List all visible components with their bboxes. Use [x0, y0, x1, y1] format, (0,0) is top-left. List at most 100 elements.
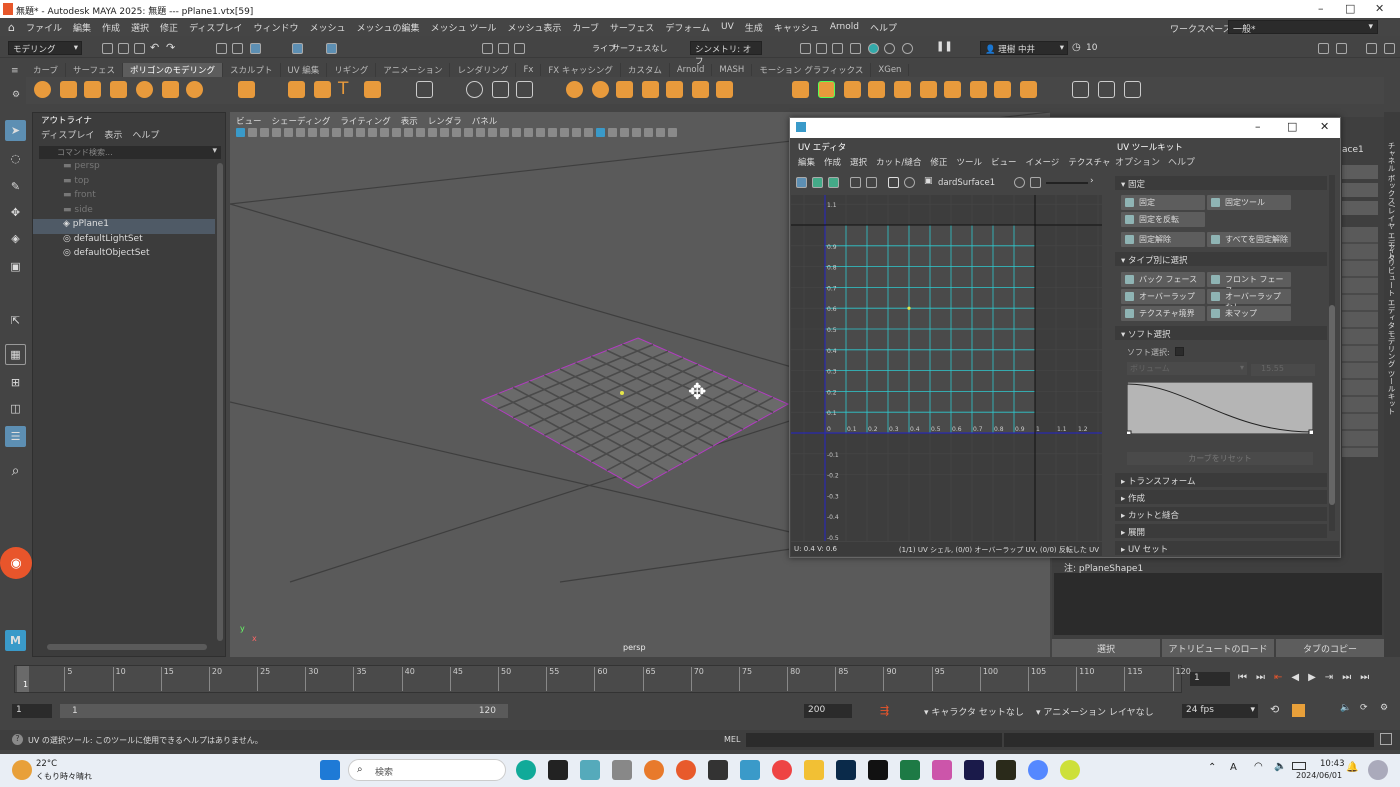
field-chart-icon[interactable]	[332, 128, 341, 137]
poly-plane-icon[interactable]	[162, 81, 179, 98]
end-time-field[interactable]: 200	[804, 704, 852, 718]
uv-toolbar-expand-icon[interactable]: ›	[1090, 176, 1094, 186]
uv-gamma-icon[interactable]	[1030, 177, 1041, 188]
workspace-dropdown[interactable]: 一般* ▾	[1228, 20, 1378, 35]
tab-uv-editing[interactable]: UV 編集	[281, 63, 328, 77]
vertex-mode-icon[interactable]	[292, 43, 303, 54]
multi-cut-icon[interactable]	[920, 81, 937, 98]
menu-mesh-display[interactable]: メッシュ表示	[507, 21, 561, 34]
paint-select-icon[interactable]	[1124, 81, 1141, 98]
backface-culling-icon[interactable]	[608, 128, 617, 137]
search-input[interactable]: コマンド検索...	[57, 147, 113, 158]
textured-icon[interactable]	[416, 128, 425, 137]
uv-menu-view[interactable]: ビュー	[991, 156, 1017, 168]
flask-icon[interactable]	[1028, 760, 1048, 780]
select-tool-icon[interactable]: ➤	[5, 120, 26, 141]
uv-maximize-icon[interactable]: □	[1287, 120, 1297, 133]
sticky-notes-icon[interactable]	[548, 760, 568, 780]
screen-space-icon[interactable]	[644, 128, 653, 137]
redo-icon[interactable]: ↷	[166, 41, 175, 54]
toolkit-menu-help[interactable]: ヘルプ	[1168, 155, 1195, 168]
go-to-end-icon[interactable]: ⏭	[1360, 672, 1369, 683]
app-icon[interactable]	[612, 760, 632, 780]
side-tab-attribute-editor[interactable]: アトリビュート エディタ	[1386, 244, 1397, 329]
falloff-radius-field[interactable]: 15.55	[1251, 364, 1315, 376]
range-bar[interactable]: 1 120	[60, 704, 508, 718]
move-tool-icon[interactable]: ✥	[5, 202, 26, 223]
tab-motion-graphics[interactable]: モーション グラフィックス	[752, 63, 872, 77]
select-camera-icon[interactable]	[584, 128, 593, 137]
tab-animation[interactable]: アニメーション	[376, 63, 451, 77]
record-button[interactable]: ◉	[0, 547, 32, 579]
timeline-ruler[interactable]: 1 5 10 15 20 25 30 35 40 45 50 55 60 65 70 75 80 85 90 95 1…	[14, 665, 1191, 693]
film-gate-icon[interactable]	[296, 128, 305, 137]
list-item[interactable]: ▬ persp	[33, 161, 215, 176]
weather-icon[interactable]	[12, 760, 32, 780]
select-button[interactable]: 選択	[1052, 639, 1160, 657]
menu-windows[interactable]: ウィンドウ	[253, 21, 298, 34]
text-icon[interactable]: T	[338, 81, 355, 98]
scale-tool-icon[interactable]: ▣	[5, 256, 26, 277]
panel-layout-icon[interactable]	[1336, 43, 1347, 54]
select-component-icon[interactable]	[250, 43, 261, 54]
uv-canvas[interactable]: 0.1 0.2 0.3 0.4 0.5 0.6 0.7 0.8 0.9 1 1.1 1.2 0.9 0.8…	[791, 195, 1102, 541]
pin-button[interactable]: 固定	[1121, 195, 1205, 210]
notification-bell-icon[interactable]: 🔔	[1346, 762, 1358, 773]
rotate-tool-icon[interactable]: ◈	[5, 228, 26, 249]
menu-mesh[interactable]: メッシュ	[309, 21, 345, 34]
tray-chevron-icon[interactable]: ⌃	[1208, 762, 1216, 773]
tab-surfaces[interactable]: サーフェス	[66, 63, 123, 77]
menu-arnold[interactable]: Arnold	[830, 22, 859, 32]
vertical-scrollbar[interactable]	[217, 163, 223, 641]
menu-edit[interactable]: 編集	[73, 21, 91, 34]
arnold-render-icon[interactable]	[902, 43, 913, 54]
single-view-icon[interactable]: ▦	[5, 344, 26, 365]
profile-icon[interactable]	[1368, 760, 1388, 780]
uv-editor-shelf-icon[interactable]	[1098, 81, 1115, 98]
partial-tab[interactable]: ace1	[1342, 145, 1364, 155]
vp-menu-shading[interactable]: シェーディング	[272, 115, 331, 127]
tab-fx[interactable]: Fx	[516, 64, 542, 76]
windows-start-icon[interactable]	[320, 760, 340, 780]
uv-menu-edit[interactable]: 編集	[798, 156, 815, 168]
v-app-icon[interactable]	[1060, 760, 1080, 780]
symmetry-dropdown[interactable]: シンメトリ: オフ	[690, 41, 762, 67]
anti-aliasing-icon[interactable]	[500, 128, 509, 137]
uv-texture-borders-icon[interactable]	[850, 177, 861, 188]
insert-edge-loop-icon[interactable]	[970, 81, 987, 98]
grid-toggle-icon[interactable]	[284, 128, 293, 137]
notification-count[interactable]: 10	[1086, 43, 1097, 53]
overlap-button[interactable]: オーバーラップ	[1121, 289, 1205, 304]
circularize-icon[interactable]	[1020, 81, 1037, 98]
safe-title-icon[interactable]	[356, 128, 365, 137]
clock-time[interactable]: 10:43	[1320, 759, 1345, 769]
chrome-icon[interactable]	[772, 760, 792, 780]
uv-menu-modify[interactable]: 修正	[930, 156, 947, 168]
list-item[interactable]: ◎ defaultLightSet	[33, 234, 215, 249]
anim-layer-dropdown[interactable]: ▾ アニメーション レイヤなし	[1036, 705, 1154, 718]
render-settings-icon[interactable]	[850, 43, 861, 54]
menu-select[interactable]: 選択	[131, 21, 149, 34]
outliner-layout-icon[interactable]: ☰	[5, 426, 26, 447]
taskbar-search[interactable]: ⌕ 検索	[348, 759, 506, 781]
maximize-icon[interactable]: □	[1345, 2, 1355, 15]
paint-select-tool-icon[interactable]: ✎	[5, 176, 26, 197]
lights-icon[interactable]	[428, 128, 437, 137]
wireframe-icon[interactable]	[368, 128, 377, 137]
shadows-icon[interactable]	[440, 128, 449, 137]
pause-icon[interactable]: ❚❚	[936, 41, 953, 52]
select-by-type-header[interactable]: ▾ タイプ別に選択	[1115, 252, 1327, 266]
uv-menu-cut-sew[interactable]: カット/縫合	[876, 156, 921, 168]
outliner-menu-display[interactable]: ディスプレイ	[41, 128, 94, 141]
load-attributes-button[interactable]: アトリビュートのロード	[1162, 639, 1274, 657]
hypershade-icon[interactable]	[868, 43, 879, 54]
pin-tool-button[interactable]: 固定ツール	[1207, 195, 1291, 210]
mel-label[interactable]: MEL	[724, 735, 740, 744]
grid-snap-shelf-icon[interactable]	[416, 81, 433, 98]
toolkit-menu-options[interactable]: オプション	[1115, 155, 1160, 168]
davinci-resolve-icon[interactable]	[996, 760, 1016, 780]
minimize-icon[interactable]: –	[1318, 2, 1324, 15]
fps-dropdown[interactable]: 24 fps ▾	[1182, 704, 1258, 718]
multisample-icon[interactable]	[656, 128, 665, 137]
side-tab-modeling-toolkit[interactable]: モデリング ツールキット	[1386, 330, 1397, 415]
